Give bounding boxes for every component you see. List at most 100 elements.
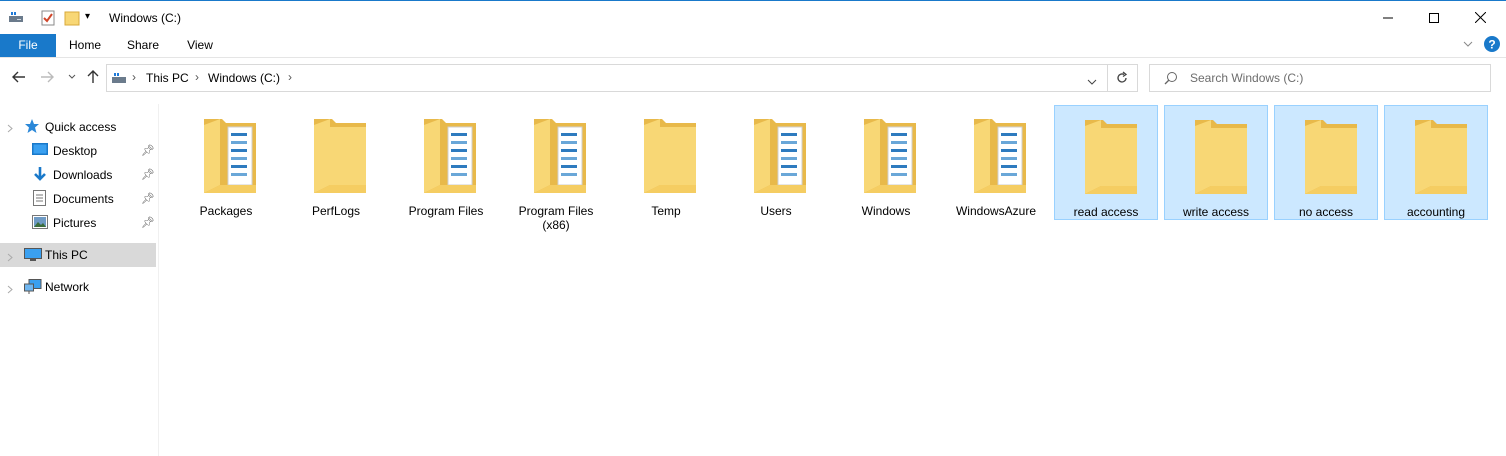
star-icon [24, 118, 40, 137]
folder-icon [968, 115, 1032, 197]
folder-icon [638, 115, 702, 197]
address-row: › This PC › Windows (C:) › Search Window… [0, 58, 1506, 96]
breadcrumb-windows-c[interactable]: Windows (C:) [208, 71, 280, 85]
nav-item-documents[interactable]: Documents 📌︎ [0, 187, 156, 211]
pin-icon: 📌︎ [141, 145, 155, 157]
folder-icon [1079, 116, 1143, 198]
folder-item[interactable]: Users [724, 105, 828, 220]
new-folder-icon[interactable] [64, 10, 80, 29]
folder-item[interactable]: no access [1274, 105, 1378, 220]
breadcrumb-this-pc[interactable]: This PC [146, 71, 189, 85]
folder-name: no access [1298, 205, 1354, 219]
chevron-right-icon[interactable]: › [195, 70, 199, 84]
pin-icon: 📌︎ [141, 217, 155, 229]
drive-icon [111, 72, 127, 87]
svg-text:?: ? [1488, 38, 1495, 52]
refresh-button[interactable] [1115, 71, 1129, 88]
recent-locations-button[interactable] [63, 68, 81, 86]
folder-icon [528, 115, 592, 197]
folder-icon [418, 115, 482, 197]
minimize-button[interactable] [1365, 1, 1411, 34]
folder-item[interactable]: Windows [834, 105, 938, 220]
expand-ribbon-icon[interactable] [1463, 37, 1473, 51]
nav-item-downloads[interactable]: Downloads 📌︎ [0, 163, 156, 187]
folder-name: Users [760, 204, 792, 218]
tab-home[interactable]: Home [62, 34, 108, 57]
search-box[interactable]: Search Windows (C:) [1149, 64, 1491, 92]
chevron-right-icon[interactable]: › [288, 70, 292, 84]
pictures-icon [32, 215, 48, 232]
chevron-right-icon[interactable] [7, 122, 13, 136]
folder-icon [858, 115, 922, 197]
folder-item[interactable]: WindowsAzure [944, 105, 1048, 220]
close-button[interactable] [1457, 1, 1503, 34]
folder-item[interactable]: PerfLogs [284, 105, 388, 220]
chevron-right-icon[interactable] [7, 251, 13, 265]
nav-label: Quick access [45, 120, 117, 134]
pin-icon: 📌︎ [141, 169, 155, 181]
desktop-icon [32, 143, 48, 160]
folder-name: Packages [199, 204, 253, 218]
folder-item[interactable]: Packages [174, 105, 278, 220]
up-button[interactable] [84, 68, 102, 86]
title-bar: ▾ Windows (C:) [0, 0, 1506, 34]
back-button[interactable] [10, 68, 28, 86]
nav-label: Documents [53, 192, 114, 206]
nav-item-quick-access[interactable]: Quick access [0, 115, 156, 139]
download-arrow-icon [33, 166, 47, 185]
computer-icon [24, 248, 42, 265]
nav-item-network[interactable]: Network [0, 275, 156, 299]
folder-name: accounting [1406, 205, 1466, 219]
pin-icon: 📌︎ [141, 193, 155, 205]
navigation-pane: Quick access Desktop 📌︎ Downloads 📌︎ Doc… [0, 104, 159, 456]
search-icon [1164, 71, 1178, 88]
folder-name: PerfLogs [311, 204, 361, 218]
nav-label: Network [45, 280, 90, 294]
maximize-button[interactable] [1411, 1, 1457, 34]
customize-toolbar-icon[interactable]: ▾ [85, 11, 90, 22]
drive-icon[interactable] [8, 10, 24, 27]
forward-button[interactable] [38, 68, 56, 86]
divider [1107, 65, 1108, 91]
folder-icon [308, 115, 372, 197]
folder-item[interactable]: write access [1164, 105, 1268, 220]
document-icon [33, 190, 46, 209]
tab-view[interactable]: View [178, 34, 222, 57]
tab-share[interactable]: Share [120, 34, 166, 57]
ribbon-tabs: File Home Share View ? [0, 34, 1506, 58]
folder-icon [198, 115, 262, 197]
folder-item[interactable]: read access [1054, 105, 1158, 220]
nav-item-this-pc[interactable]: This PC [0, 243, 156, 267]
nav-label: Downloads [53, 168, 113, 182]
folder-item[interactable]: accounting [1384, 105, 1488, 220]
folder-name: write access [1182, 205, 1250, 219]
nav-label: Desktop [53, 144, 98, 158]
folder-icon [1409, 116, 1473, 198]
tab-file[interactable]: File [0, 34, 56, 57]
nav-label: Pictures [53, 216, 97, 230]
nav-item-pictures[interactable]: Pictures 📌︎ [0, 211, 156, 235]
folder-icon [1189, 116, 1253, 198]
chevron-right-icon[interactable] [7, 283, 13, 297]
folder-name: Windows [861, 204, 911, 218]
folder-icon [1299, 116, 1363, 198]
network-icon [24, 279, 42, 298]
search-placeholder[interactable]: Search Windows (C:) [1190, 71, 1303, 85]
folder-item[interactable]: Program Files [394, 105, 498, 220]
folder-name: Temp [651, 204, 681, 218]
nav-label: This PC [45, 248, 88, 262]
window-title: Windows (C:) [109, 11, 182, 25]
folder-icon [748, 115, 812, 197]
folder-name: Program Files [408, 204, 484, 218]
folder-item[interactable]: Temp [614, 105, 718, 220]
address-bar[interactable]: › This PC › Windows (C:) › [106, 64, 1138, 92]
address-history-dropdown[interactable] [1087, 75, 1097, 89]
folder-name: read access [1073, 205, 1139, 219]
chevron-right-icon[interactable]: › [132, 70, 136, 84]
help-icon[interactable]: ? [1484, 36, 1500, 55]
folder-name: WindowsAzure [955, 204, 1037, 218]
folder-name: Program Files (x86) [518, 204, 594, 232]
folder-item[interactable]: Program Files (x86) [504, 105, 608, 232]
properties-icon[interactable] [41, 10, 55, 29]
nav-item-desktop[interactable]: Desktop 📌︎ [0, 139, 156, 163]
